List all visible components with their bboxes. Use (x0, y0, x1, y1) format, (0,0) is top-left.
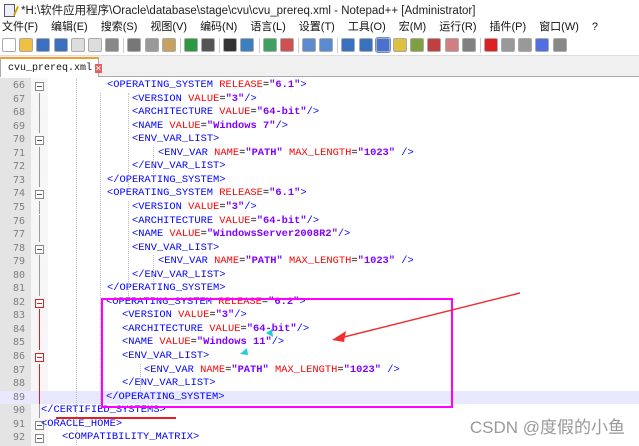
cursor-mark (266, 329, 273, 337)
annotation-overlay (240, 292, 521, 355)
cursor-mark (240, 348, 248, 355)
watermark: CSDN @度假的小鱼 (469, 418, 625, 437)
arrow-annotation (339, 292, 521, 339)
arrow-head (332, 331, 346, 342)
